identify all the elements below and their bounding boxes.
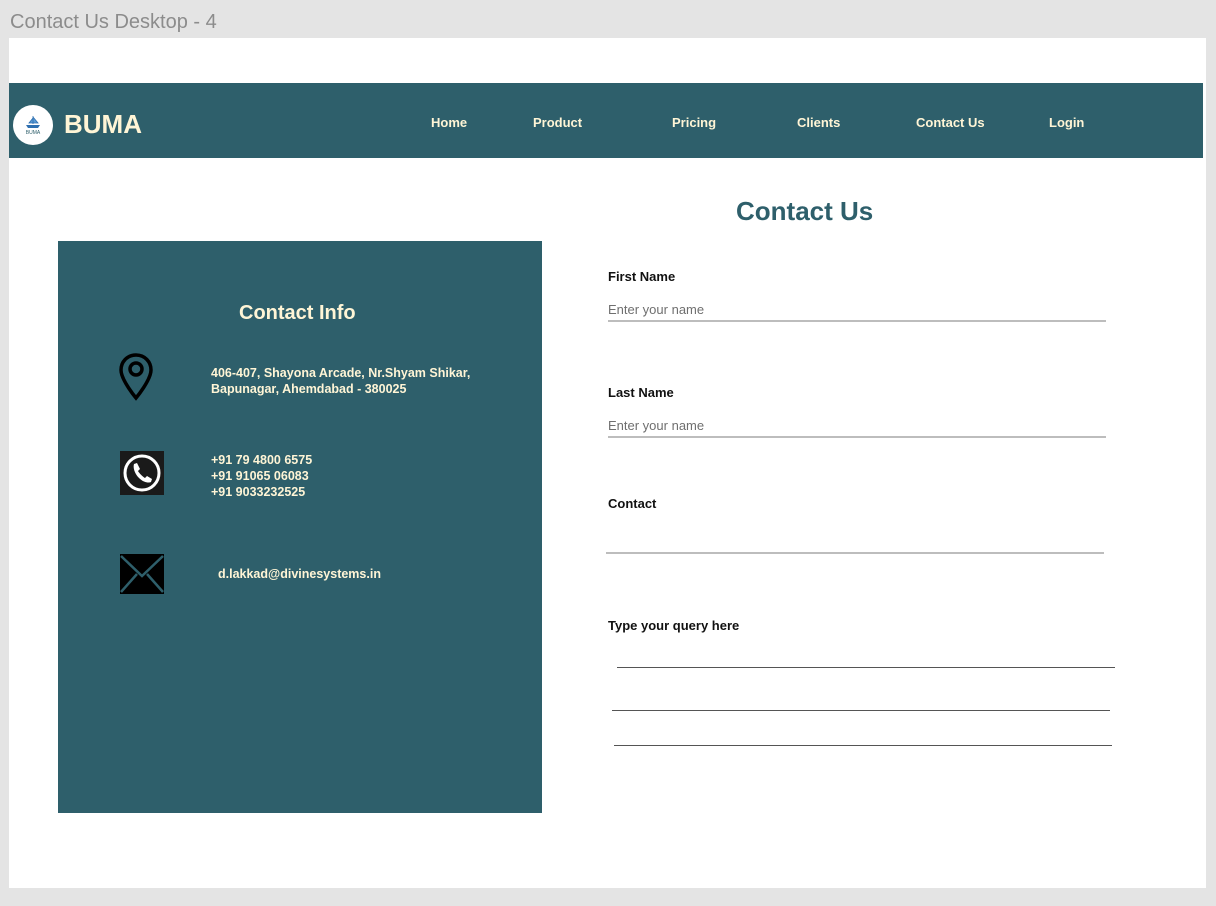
- address-line-2: Bapunagar, Ahemdabad - 380025: [211, 382, 407, 396]
- nav-pricing[interactable]: Pricing: [672, 115, 716, 131]
- contact-info-panel: Contact Info 406-407, Shayona Arcade, Nr…: [58, 241, 542, 813]
- first-name-field[interactable]: [608, 298, 1106, 322]
- logo-caption: BUMA: [25, 129, 41, 136]
- top-navbar: BUMA BUMA Home Product Pricing Clients C…: [9, 83, 1203, 158]
- query-label: Type your query here: [608, 618, 740, 633]
- ship-logo-icon[interactable]: BUMA: [13, 105, 53, 145]
- frame-title: Contact Us Desktop - 4: [10, 11, 217, 33]
- nav-contact-us[interactable]: Contact Us: [916, 115, 985, 131]
- location-pin-icon: [119, 353, 153, 401]
- query-line-3[interactable]: [614, 745, 1112, 746]
- phone-number-3: +91 9033232525: [211, 485, 306, 499]
- first-name-label: First Name: [608, 269, 676, 284]
- query-line-2[interactable]: [612, 710, 1110, 711]
- nav-product[interactable]: Product: [533, 115, 582, 131]
- contact-label: Contact: [608, 496, 657, 511]
- page-canvas: BUMA BUMA Home Product Pricing Clients C…: [9, 38, 1206, 888]
- nav-login[interactable]: Login: [1049, 115, 1084, 131]
- phone-icon: [120, 451, 164, 495]
- address-line-1: 406-407, Shayona Arcade, Nr.Shyam Shikar…: [211, 366, 471, 380]
- phone-number-1: +91 79 4800 6575: [211, 453, 313, 467]
- ship-logo-graphic: [26, 115, 40, 128]
- contact-field[interactable]: [606, 530, 1104, 554]
- last-name-field[interactable]: [608, 414, 1106, 438]
- nav-clients[interactable]: Clients: [797, 115, 840, 131]
- page-title: Contact Us: [736, 196, 874, 226]
- mail-icon: [120, 554, 164, 594]
- phone-number-2: +91 91065 06083: [211, 469, 309, 483]
- contact-info-title: Contact Info: [239, 302, 356, 324]
- email-address[interactable]: d.lakkad@divinesystems.in: [218, 566, 381, 582]
- brand-name[interactable]: BUMA: [64, 109, 142, 139]
- nav-home[interactable]: Home: [431, 115, 467, 131]
- query-line-1[interactable]: [617, 667, 1115, 668]
- last-name-label: Last Name: [608, 385, 674, 400]
